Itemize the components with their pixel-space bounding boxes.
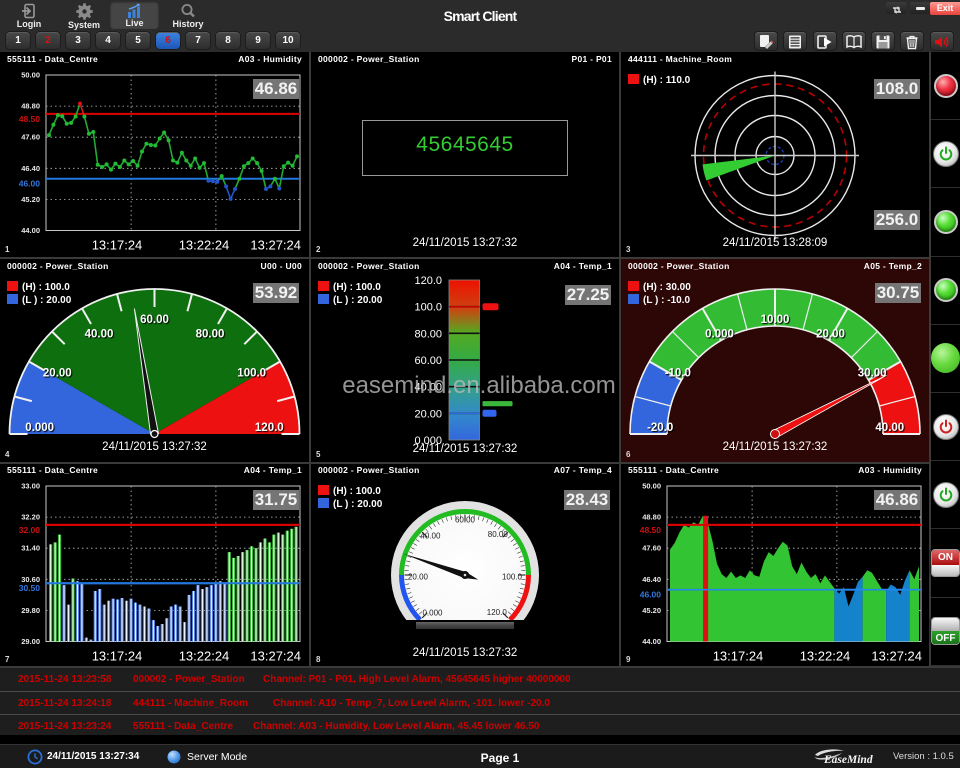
svg-text:120.0: 120.0 — [255, 422, 284, 434]
svg-text:47.60: 47.60 — [21, 133, 40, 142]
svg-text:46.00: 46.00 — [640, 590, 662, 600]
svg-text:60.00: 60.00 — [414, 355, 442, 367]
svg-text:32.00: 32.00 — [19, 525, 41, 535]
svg-text:40.00: 40.00 — [85, 328, 114, 340]
svg-text:120.0: 120.0 — [487, 608, 508, 617]
svg-text:44.00: 44.00 — [21, 226, 40, 235]
svg-text:46.00: 46.00 — [19, 179, 41, 189]
svg-text:20.00: 20.00 — [43, 368, 72, 380]
svg-text:45.20: 45.20 — [21, 195, 40, 204]
svg-text:13:17:24: 13:17:24 — [92, 238, 143, 253]
svg-text:80.00: 80.00 — [196, 328, 225, 340]
svg-text:-10.0: -10.0 — [665, 368, 691, 380]
svg-text:100.0: 100.0 — [414, 302, 442, 314]
svg-text:48.80: 48.80 — [642, 513, 661, 522]
svg-text:80.00: 80.00 — [488, 530, 509, 539]
svg-text:20.00: 20.00 — [414, 408, 442, 420]
svg-text:0.000: 0.000 — [705, 328, 734, 340]
svg-text:100.0: 100.0 — [502, 573, 523, 582]
svg-text:20.00: 20.00 — [816, 328, 845, 340]
svg-text:13:27:24: 13:27:24 — [250, 238, 301, 253]
svg-text:50.00: 50.00 — [642, 482, 661, 491]
svg-text:13:17:24: 13:17:24 — [92, 649, 143, 664]
svg-text:0.000: 0.000 — [25, 422, 54, 434]
svg-text:40.00: 40.00 — [875, 422, 904, 434]
svg-text:46.40: 46.40 — [642, 575, 661, 584]
svg-text:45.20: 45.20 — [642, 606, 661, 615]
svg-text:10.00: 10.00 — [761, 314, 790, 326]
svg-text:80.00: 80.00 — [414, 328, 442, 340]
svg-text:60.00: 60.00 — [455, 516, 476, 525]
svg-text:13:17:24: 13:17:24 — [713, 649, 764, 664]
svg-text:44.00: 44.00 — [642, 637, 661, 646]
svg-text:120.0: 120.0 — [414, 275, 442, 287]
svg-text:0.000: 0.000 — [422, 609, 443, 618]
svg-text:-20.0: -20.0 — [647, 422, 673, 434]
svg-text:47.60: 47.60 — [642, 544, 661, 553]
svg-text:40.00: 40.00 — [420, 532, 441, 541]
svg-text:29.80: 29.80 — [21, 606, 40, 615]
svg-text:13:27:24: 13:27:24 — [250, 649, 301, 664]
svg-text:20.00: 20.00 — [408, 573, 429, 582]
svg-text:32.20: 32.20 — [21, 513, 40, 522]
svg-text:13:22:24: 13:22:24 — [800, 649, 851, 664]
svg-text:13:22:24: 13:22:24 — [179, 238, 230, 253]
svg-text:60.00: 60.00 — [140, 314, 169, 326]
svg-text:31.40: 31.40 — [21, 544, 40, 553]
svg-text:48.50: 48.50 — [19, 114, 41, 124]
svg-text:33.00: 33.00 — [21, 482, 40, 491]
svg-text:46.40: 46.40 — [21, 164, 40, 173]
svg-text:13:22:24: 13:22:24 — [179, 649, 230, 664]
svg-text:EaseMind: EaseMind — [823, 754, 873, 766]
svg-text:48.50: 48.50 — [640, 525, 662, 535]
svg-text:100.0: 100.0 — [237, 368, 266, 380]
svg-text:30.50: 30.50 — [19, 583, 41, 593]
svg-text:50.00: 50.00 — [21, 71, 40, 80]
svg-text:48.80: 48.80 — [21, 102, 40, 111]
svg-text:29.00: 29.00 — [21, 637, 40, 646]
svg-text:13:27:24: 13:27:24 — [871, 649, 922, 664]
